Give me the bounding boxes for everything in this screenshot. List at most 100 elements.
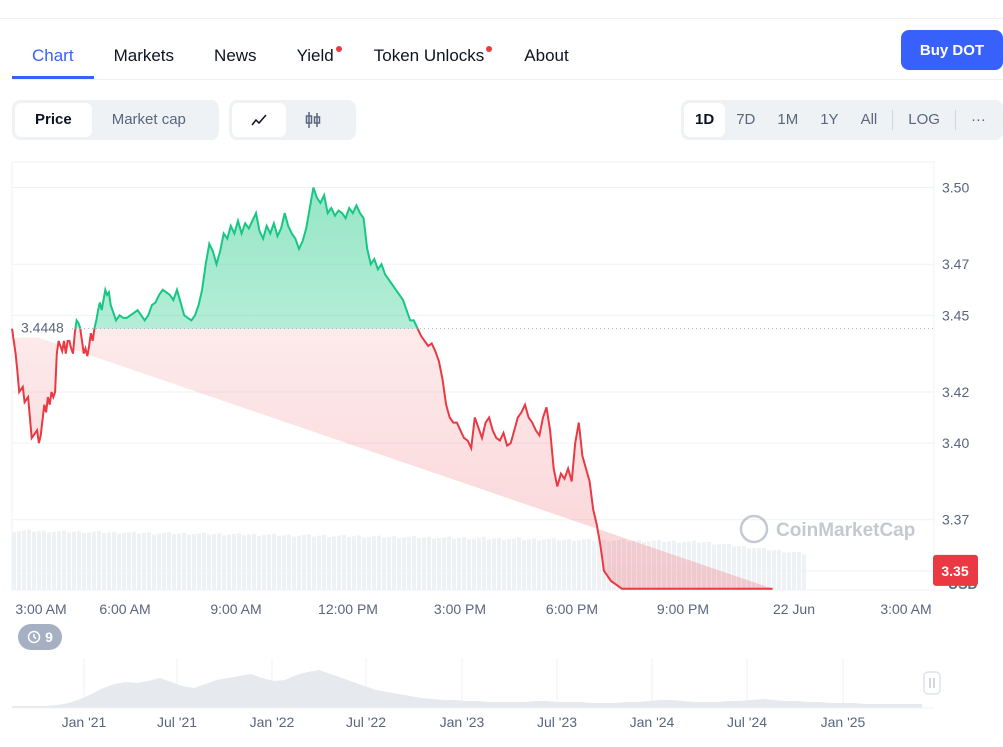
tab-yield[interactable]: Yield xyxy=(277,40,354,73)
volume-bar xyxy=(787,552,791,590)
range-1y[interactable]: 1Y xyxy=(809,103,849,137)
volume-bar xyxy=(72,531,76,590)
volume-bar xyxy=(577,540,581,590)
volume-bar xyxy=(107,532,111,590)
watermark-text: CoinMarketCap xyxy=(776,520,915,541)
more-options-icon[interactable]: ··· xyxy=(960,103,997,137)
y-tick-label: 3.47 xyxy=(942,256,969,272)
line-chart-icon[interactable] xyxy=(232,103,286,137)
volume-bar xyxy=(217,533,221,590)
volume-bar xyxy=(427,536,431,590)
volume-bar xyxy=(87,532,91,590)
volume-bar xyxy=(102,533,106,590)
volume-bar xyxy=(527,539,531,590)
y-tick-label: 3.37 xyxy=(942,512,969,528)
range-log[interactable]: LOG xyxy=(897,103,951,137)
buy-dot-button[interactable]: Buy DOT xyxy=(901,30,1003,70)
volume-bar xyxy=(222,535,226,590)
volume-bar xyxy=(397,538,401,590)
volume-bar xyxy=(262,535,266,590)
volume-bar xyxy=(232,533,236,590)
volume-bar xyxy=(57,531,61,590)
volume-bar xyxy=(272,533,276,590)
events-count: 9 xyxy=(45,629,53,645)
volume-bar xyxy=(352,536,356,590)
tab-label: Token Unlocks xyxy=(373,46,485,65)
volume-bar xyxy=(512,538,516,590)
x-tick-label: 22 Jun xyxy=(773,601,815,617)
metric-toggle: Price Market cap xyxy=(12,100,219,140)
range-7d[interactable]: 7D xyxy=(725,103,766,137)
volume-bar xyxy=(377,535,381,590)
volume-bar xyxy=(782,552,786,590)
x-tick-label: 3:00 PM xyxy=(434,601,486,617)
volume-bar xyxy=(202,532,206,590)
volume-bar xyxy=(322,534,326,590)
volume-bar xyxy=(587,538,591,590)
volume-bar xyxy=(157,533,161,590)
volume-bar xyxy=(247,534,251,590)
current-price-value: 3.35 xyxy=(941,563,968,579)
volume-bar xyxy=(407,536,411,590)
volume-bar xyxy=(337,535,341,590)
volume-bar xyxy=(92,531,96,590)
volume-bar xyxy=(572,540,576,590)
x-tick-label: 3:00 AM xyxy=(15,601,66,617)
volume-bar xyxy=(497,537,501,590)
navigator-tick-label: Jan '21 xyxy=(62,714,107,730)
volume-bar xyxy=(242,535,246,590)
volume-bar xyxy=(342,534,346,590)
volume-bar xyxy=(442,537,446,590)
volume-bar xyxy=(467,539,471,590)
volume-bar xyxy=(257,535,261,590)
top-divider xyxy=(0,18,1003,19)
range-1d[interactable]: 1D xyxy=(684,103,726,137)
candlestick-icon[interactable] xyxy=(286,103,340,137)
volume-bar xyxy=(332,536,336,590)
volume-bar xyxy=(447,536,451,590)
volume-bar xyxy=(97,530,101,590)
navigator-handle[interactable] xyxy=(923,671,941,695)
volume-bar xyxy=(42,530,46,590)
history-icon xyxy=(27,630,41,644)
tabs-divider xyxy=(12,79,1003,80)
area-below-reference xyxy=(12,328,773,589)
x-tick-label: 9:00 PM xyxy=(657,601,709,617)
volume-bar xyxy=(52,531,56,590)
tab-chart[interactable]: Chart xyxy=(12,40,94,79)
tab-news[interactable]: News xyxy=(194,40,277,73)
chart-type-toggle xyxy=(229,100,356,140)
volume-bar xyxy=(532,538,536,590)
volume-bar xyxy=(762,547,766,590)
price-chart[interactable]: 3.503.473.453.423.403.373.35USD3.44483.3… xyxy=(0,150,1003,740)
tab-markets[interactable]: Markets xyxy=(94,40,194,73)
volume-bar xyxy=(422,537,426,590)
volume-bar xyxy=(502,539,506,590)
volume-bar xyxy=(187,534,191,590)
volume-bar xyxy=(357,535,361,590)
events-badge[interactable]: 9 xyxy=(18,624,62,650)
y-tick-label: 3.40 xyxy=(942,435,969,451)
tab-about[interactable]: About xyxy=(504,40,588,73)
volume-bar xyxy=(317,535,321,590)
volume-bar xyxy=(567,538,571,590)
navigator-tick-label: Jul '23 xyxy=(537,714,577,730)
volume-bar xyxy=(462,537,466,590)
price-toggle[interactable]: Price xyxy=(15,103,92,137)
volume-bar xyxy=(267,534,271,590)
market-cap-toggle[interactable]: Market cap xyxy=(92,103,206,137)
volume-bar xyxy=(152,534,156,590)
volume-bar xyxy=(382,537,386,590)
tab-token-unlocks[interactable]: Token Unlocks xyxy=(354,40,505,73)
volume-bar xyxy=(197,533,201,590)
range-1m[interactable]: 1M xyxy=(766,103,809,137)
volume-bar xyxy=(132,531,136,590)
volume-bar xyxy=(82,533,86,590)
range-all[interactable]: All xyxy=(850,103,889,137)
volume-bar xyxy=(487,539,491,590)
volume-bar xyxy=(277,535,281,590)
volume-bar xyxy=(207,534,211,590)
volume-bar xyxy=(792,552,796,590)
volume-bar xyxy=(457,537,461,590)
volume-bar xyxy=(127,532,131,590)
